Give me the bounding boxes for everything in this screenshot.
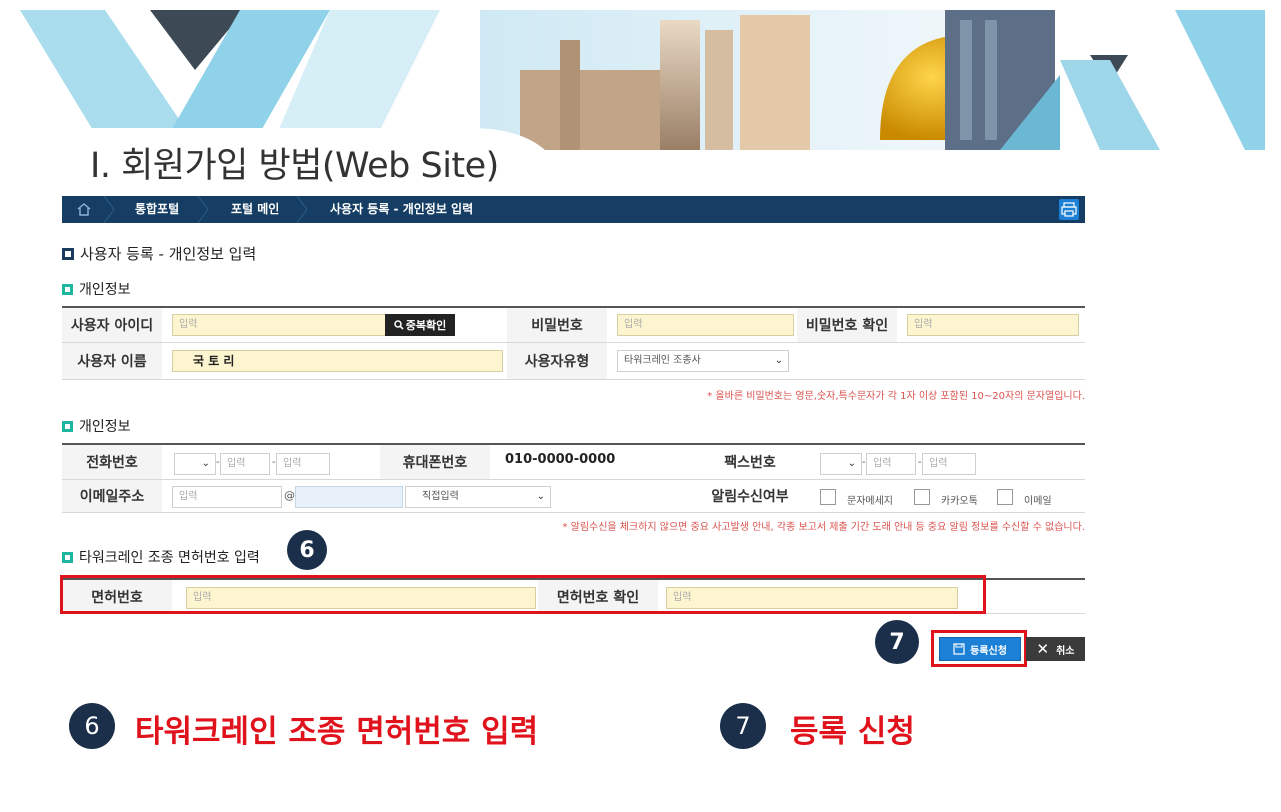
phone-middle-input[interactable]: 입력 (220, 453, 270, 475)
print-icon (1061, 202, 1077, 217)
section-title: 개인정보 (79, 282, 131, 298)
email-at-sign: @ (284, 489, 295, 502)
search-icon (394, 320, 404, 330)
password-confirm-input[interactable]: 입력 (907, 314, 1079, 336)
password-note: * 올바른 비밀번호는 영문,숫자,특수문자가 각 1자 이상 포함된 10~2… (707, 391, 1085, 402)
section-title: 개인정보 (79, 419, 131, 435)
password-label: 비밀번호 (507, 308, 607, 342)
user-id-label: 사용자 아이디 (62, 308, 162, 342)
kakaotalk-checkbox-label: 카카오톡 (941, 496, 978, 507)
step-badge-6: 6 (287, 530, 327, 570)
mobile-value: 010-0000-0000 (505, 452, 616, 467)
header-banner (0, 0, 1281, 160)
email-domain-select[interactable]: 직접입력 ⌄ (405, 486, 551, 508)
table-row: 사용자 아이디 입력 중복확인 비밀번호 입력 비밀번호 확인 입력 (62, 308, 1085, 343)
fax-area-select[interactable]: ⌄ (820, 453, 862, 475)
fax-last-input[interactable]: 입력 (922, 453, 976, 475)
sms-checkbox[interactable] (820, 489, 836, 505)
sms-checkbox-label: 문자메세지 (847, 496, 893, 507)
banner-graphic (0, 0, 1281, 160)
user-type-value: 타워크레인 조종사 (624, 355, 701, 366)
duplicate-check-label: 중복확인 (405, 319, 447, 332)
personal-info-table: 사용자 아이디 입력 중복확인 비밀번호 입력 비밀번호 확인 입력 사용자 이… (62, 306, 1085, 380)
notify-note: * 알림수신을 체크하지 않으면 중요 사고발생 안내, 각종 보고서 제출 기… (562, 522, 1085, 533)
highlight-submit-box (931, 630, 1027, 667)
phone-area-select[interactable]: ⌄ (174, 453, 216, 475)
chevron-down-icon: ⌄ (536, 491, 545, 502)
password-input[interactable]: 입력 (617, 314, 794, 336)
phone-last-input[interactable]: 입력 (276, 453, 330, 475)
cancel-label: 취소 (1056, 645, 1075, 657)
user-name-label: 사용자 이름 (62, 343, 162, 379)
caption-badge-6: 6 (69, 703, 115, 749)
breadcrumb-item-portal[interactable]: 통합포털 (135, 196, 179, 223)
close-icon: ✕ (1036, 640, 1050, 658)
section-title: 타워크레인 조종 면허번호 입력 (79, 550, 260, 566)
caption-badge-7: 7 (720, 703, 766, 749)
table-row: 사용자 이름 국 토 리 사용자유형 타워크레인 조종사 ⌄ (62, 343, 1085, 380)
mobile-label: 휴대폰번호 (380, 445, 490, 479)
email-checkbox[interactable] (997, 489, 1013, 505)
slide: Ⅰ. 회원가입 방법(Web Site) 통합포털 포털 메인 사용자 등록 -… (0, 0, 1281, 812)
bullet-icon (62, 284, 73, 295)
contact-info-table: 전화번호 ⌄ - 입력 - 입력 휴대폰번호 010-0000-0000 팩스번… (62, 443, 1085, 513)
bullet-icon (62, 552, 73, 563)
chevron-down-icon: ⌄ (774, 355, 783, 366)
fax-middle-input[interactable]: 입력 (866, 453, 916, 475)
step-badge-7: 7 (875, 620, 919, 664)
fax-label: 팩스번호 (690, 445, 810, 479)
caption-register: 등록 신청 (790, 714, 915, 750)
email-id-input[interactable]: 입력 (172, 486, 282, 508)
kakaotalk-checkbox[interactable] (914, 489, 930, 505)
breadcrumb: 통합포털 포털 메인 사용자 등록 - 개인정보 입력 (62, 196, 1085, 223)
home-icon[interactable] (76, 202, 92, 217)
notify-label: 알림수신여부 (690, 480, 810, 512)
print-button[interactable] (1059, 199, 1079, 220)
email-domain-input[interactable] (295, 486, 403, 508)
chevron-right-icon (296, 196, 308, 223)
section-license: 타워크레인 조종 면허번호 입력 (62, 547, 260, 567)
breadcrumb-item-current[interactable]: 사용자 등록 - 개인정보 입력 (330, 196, 473, 223)
highlight-license-box (60, 575, 986, 614)
user-type-select[interactable]: 타워크레인 조종사 ⌄ (617, 350, 789, 372)
page-heading-text: 사용자 등록 - 개인정보 입력 (80, 245, 257, 263)
user-type-label: 사용자유형 (507, 343, 607, 379)
phone-label: 전화번호 (62, 445, 162, 479)
bullet-icon (62, 248, 74, 260)
email-checkbox-label: 이메일 (1024, 496, 1052, 507)
slide-title: Ⅰ. 회원가입 방법(Web Site) (90, 146, 499, 186)
chevron-right-icon (197, 196, 209, 223)
breadcrumb-item-main[interactable]: 포털 메인 (231, 196, 279, 223)
cancel-button[interactable]: ✕ 취소 (1026, 637, 1085, 661)
user-name-input[interactable]: 국 토 리 (172, 350, 503, 372)
chevron-down-icon: ⌄ (201, 458, 210, 469)
table-row: 전화번호 ⌄ - 입력 - 입력 휴대폰번호 010-0000-0000 팩스번… (62, 445, 1085, 480)
table-row: 이메일주소 입력 @ 직접입력 ⌄ 알림수신여부 문자메세지 카카오톡 이메일 (62, 480, 1085, 513)
bullet-icon (62, 421, 73, 432)
email-label: 이메일주소 (62, 480, 162, 512)
password-confirm-label: 비밀번호 확인 (797, 308, 897, 342)
section-contact-info: 개인정보 (62, 416, 131, 436)
chevron-down-icon: ⌄ (847, 458, 856, 469)
section-personal-info: 개인정보 (62, 279, 131, 299)
chevron-right-icon (103, 196, 115, 223)
caption-license: 타워크레인 조종 면허번호 입력 (135, 714, 539, 750)
email-domain-select-value: 직접입력 (422, 491, 459, 502)
page-heading: 사용자 등록 - 개인정보 입력 (62, 243, 256, 264)
duplicate-check-button[interactable]: 중복확인 (385, 314, 455, 336)
